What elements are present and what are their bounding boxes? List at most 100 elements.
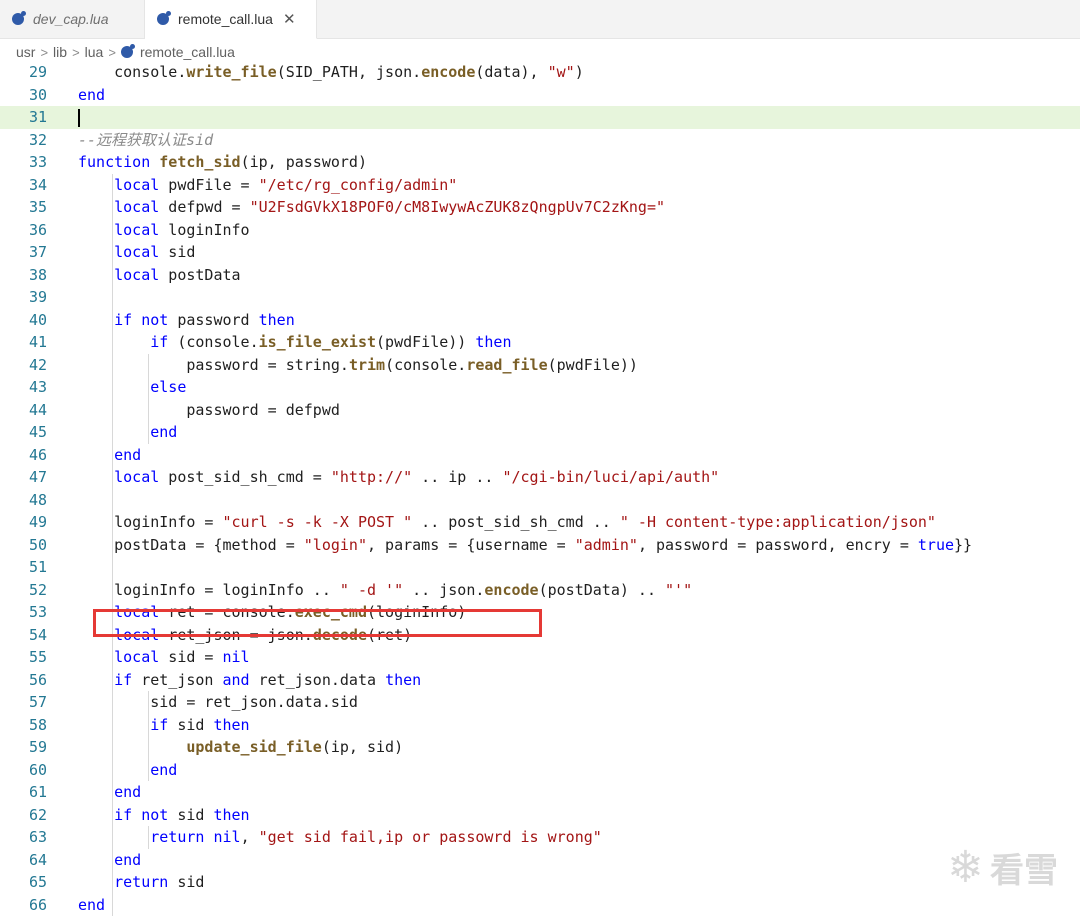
code-text: if ret_json and ret_json.data then (114, 670, 422, 689)
code-line[interactable]: 65 return sid (0, 871, 1080, 894)
tab-label: remote_call.lua (178, 11, 273, 27)
indent-guide (148, 353, 149, 444)
line-number: 56 (28, 670, 47, 689)
code-text: if not password then (114, 310, 295, 329)
text-cursor (78, 108, 80, 127)
code-text: loginInfo = loginInfo .. " -d '" .. json… (78, 580, 693, 599)
line-number: 38 (28, 265, 47, 284)
highlight-box (93, 609, 542, 637)
code-line[interactable]: 64 end (0, 849, 1080, 872)
line-number: 49 (28, 513, 47, 531)
code-line[interactable]: 29 console.write_file(SID_PATH, json.enc… (0, 61, 1080, 84)
code-line[interactable]: 30 end (0, 84, 1080, 107)
line-number: 32 (28, 130, 47, 149)
code-text: local post_sid_sh_cmd = "http://" .. ip … (114, 468, 720, 486)
code-line[interactable]: 41 if (console.is_file_exist(pwdFile)) t… (0, 331, 1080, 354)
line-number: 60 (28, 760, 47, 779)
code-line[interactable]: 66 end (0, 894, 1080, 917)
code-line[interactable]: 40 if not password then (0, 309, 1080, 332)
indent-guide (112, 173, 113, 916)
line-number: 55 (28, 648, 47, 666)
code-text: update_sid_file(ip, sid) (186, 738, 404, 756)
code-line[interactable]: 46 end (0, 444, 1080, 467)
breadcrumb-item[interactable]: lua (85, 44, 104, 60)
code-line[interactable]: 55 local sid = nil (0, 646, 1080, 669)
code-line[interactable]: 34 local pwdFile = "/etc/rg_config/admin… (0, 174, 1080, 197)
indent-guide (148, 691, 149, 781)
lua-file-icon (120, 44, 135, 58)
code-line[interactable]: 56 if ret_json and ret_json.data then (0, 669, 1080, 692)
code-text: end (114, 850, 142, 869)
line-number: 46 (28, 445, 47, 464)
code-line[interactable]: 48 (0, 489, 1080, 512)
code-text: if not sid then (114, 805, 250, 824)
line-number: 62 (28, 805, 47, 824)
line-number: 66 (28, 895, 47, 914)
line-number: 61 (28, 783, 47, 801)
line-number: 63 (28, 828, 47, 846)
code-line[interactable]: 39 (0, 286, 1080, 309)
code-line[interactable]: 52 loginInfo = loginInfo .. " -d '" .. j… (0, 579, 1080, 602)
code-text: if (console.is_file_exist(pwdFile)) then (150, 333, 512, 351)
code-text: else (150, 378, 187, 396)
lua-file-icon (157, 11, 171, 25)
code-line[interactable]: 62 if not sid then (0, 804, 1080, 827)
code-line[interactable]: 45 end (0, 421, 1080, 444)
line-number: 39 (28, 288, 47, 306)
code-line[interactable]: 37 local sid (0, 241, 1080, 264)
chevron-right-icon: > (72, 44, 80, 60)
code-line[interactable]: 63 return nil, "get sid fail,ip or passo… (0, 826, 1080, 849)
code-text: end (114, 445, 142, 464)
code-text: local loginInfo (114, 220, 250, 239)
code-text: postData = {method = "login", params = {… (78, 535, 973, 554)
code-line[interactable]: 38 local postData (0, 264, 1080, 287)
code-line[interactable]: 61 end (0, 781, 1080, 804)
line-number: 35 (28, 198, 47, 216)
code-text: local postData (114, 265, 241, 284)
line-number: 37 (28, 243, 47, 261)
line-number: 36 (28, 220, 47, 239)
line-number: 54 (28, 625, 47, 644)
snowflake-icon: ❄ (947, 842, 984, 893)
code-line[interactable]: 32 --远程获取认证sid (0, 129, 1080, 152)
line-number: 31 (28, 108, 47, 126)
code-line[interactable]: 49 loginInfo = "curl -s -k -X POST " .. … (0, 511, 1080, 534)
code-line[interactable]: 42 password = string.trim(console.read_f… (0, 354, 1080, 377)
line-number: 30 (28, 85, 47, 104)
line-number: 43 (28, 378, 47, 396)
code-text: function fetch_sid(ip, password) (78, 153, 367, 171)
code-text: local pwdFile = "/etc/rg_config/admin" (114, 175, 458, 194)
code-line[interactable]: 57 sid = ret_json.data.sid (0, 691, 1080, 714)
line-number: 42 (28, 355, 47, 374)
line-number: 65 (28, 873, 47, 891)
code-text: password = string.trim(console.read_file… (78, 355, 638, 374)
code-text: end (78, 85, 106, 104)
code-line[interactable]: 36 local loginInfo (0, 219, 1080, 242)
line-number: 41 (28, 333, 47, 351)
tab-remote-call[interactable]: remote_call.lua ✕ (145, 0, 317, 39)
code-line[interactable]: 35 local defpwd = "U2FsdGVkX18POF0/cM8Iw… (0, 196, 1080, 219)
chevron-right-icon: > (40, 44, 49, 60)
code-editor[interactable]: 29 console.write_file(SID_PATH, json.enc… (0, 61, 1080, 923)
code-line[interactable]: 44 password = defpwd (0, 399, 1080, 422)
close-icon[interactable]: ✕ (283, 10, 296, 28)
breadcrumb-item[interactable]: usr (16, 44, 35, 60)
code-text: end (150, 423, 178, 441)
code-line[interactable]: 47 local post_sid_sh_cmd = "http://" .. … (0, 466, 1080, 489)
code-line[interactable]: 58 if sid then (0, 714, 1080, 737)
line-number: 50 (28, 535, 47, 554)
line-number: 45 (28, 423, 47, 441)
breadcrumb-item[interactable]: remote_call.lua (140, 44, 235, 60)
code-line[interactable]: 59 update_sid_file(ip, sid) (0, 736, 1080, 759)
breadcrumb-item[interactable]: lib (53, 44, 67, 60)
code-line[interactable]: 60 end (0, 759, 1080, 782)
code-text: local defpwd = "U2FsdGVkX18POF0/cM8IwywA… (114, 198, 666, 216)
code-line[interactable]: 50 postData = {method = "login", params … (0, 534, 1080, 557)
code-text: local sid = nil (114, 648, 250, 666)
code-line[interactable]: 51 (0, 556, 1080, 579)
code-line[interactable]: 33 function fetch_sid(ip, password) (0, 151, 1080, 174)
code-text: --远程获取认证sid (78, 130, 214, 149)
code-line[interactable]: 31 (0, 106, 1080, 129)
code-line[interactable]: 43 else (0, 376, 1080, 399)
tab-dev-cap[interactable]: dev_cap.lua (0, 0, 145, 38)
